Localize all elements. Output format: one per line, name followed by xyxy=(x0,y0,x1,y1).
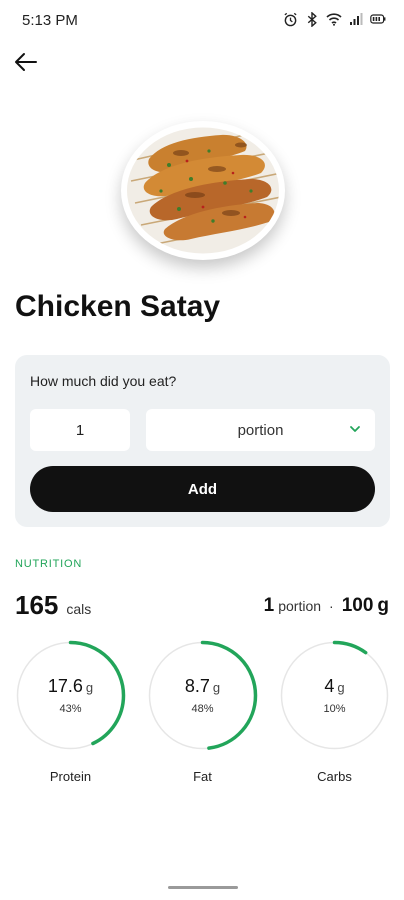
portion-weight: 100 xyxy=(341,595,374,616)
macro-ring: 4 g 10% xyxy=(279,640,390,751)
portion-quantity: 1 xyxy=(263,595,275,616)
macro-name: Carbs xyxy=(317,769,352,784)
portion-card: How much did you eat? portion Add xyxy=(15,355,390,527)
unit-select[interactable]: portion xyxy=(146,409,375,451)
signal-icon xyxy=(348,10,364,28)
portion-unit: portion xyxy=(278,598,322,614)
macro-percent: 48% xyxy=(191,703,214,715)
battery-icon xyxy=(370,10,386,28)
macro-ring: 8.7 g 48% xyxy=(147,640,258,751)
portion-question: How much did you eat? xyxy=(30,373,177,389)
portion-weight-unit: g xyxy=(377,595,389,616)
status-bar: 5:13 PM xyxy=(0,0,404,40)
back-button[interactable] xyxy=(12,48,40,76)
calories-summary: 165 cals xyxy=(15,590,91,621)
macro-unit: g xyxy=(337,680,345,695)
food-title: Chicken Satay xyxy=(15,290,221,323)
macro-ring: 17.6 g 43% xyxy=(15,640,126,751)
macro-percent: 10% xyxy=(323,703,346,715)
arrow-left-icon xyxy=(15,53,37,71)
unit-select-value: portion xyxy=(237,421,284,439)
macro-value: 4 xyxy=(324,676,335,696)
portion-separator: · xyxy=(329,598,334,614)
status-time: 5:13 PM xyxy=(22,12,78,29)
macro-unit: g xyxy=(212,680,221,695)
status-icons xyxy=(282,10,386,28)
chevron-down-icon xyxy=(350,426,360,432)
add-button[interactable]: Add xyxy=(30,466,375,512)
macro-name: Protein xyxy=(49,769,92,784)
wifi-icon xyxy=(326,10,342,28)
alarm-icon xyxy=(282,10,298,28)
calories-value: 165 xyxy=(15,590,59,620)
macro-value: 17.6 xyxy=(47,676,83,696)
macro-fat: 8.7 g 48% Fat xyxy=(147,640,258,784)
macro-percent: 43% xyxy=(59,703,82,715)
bluetooth-icon xyxy=(304,10,320,28)
macro-value: 8.7 xyxy=(184,676,210,696)
nutrition-section-label: NUTRITION xyxy=(15,558,83,570)
food-image xyxy=(121,121,285,260)
macro-name: Fat xyxy=(193,769,212,784)
calories-unit: cals xyxy=(66,601,92,617)
quantity-input[interactable] xyxy=(30,409,130,451)
macro-carbs: 4 g 10% Carbs xyxy=(279,640,390,784)
macro-unit: g xyxy=(85,680,94,695)
home-indicator[interactable] xyxy=(168,886,238,889)
macro-rings: 17.6 g 43% Protein 8.7 g 48% Fat 4 g 10%… xyxy=(15,640,390,784)
macro-protein: 17.6 g 43% Protein xyxy=(15,640,126,784)
portion-summary: 1 portion · 100 g xyxy=(264,595,389,617)
